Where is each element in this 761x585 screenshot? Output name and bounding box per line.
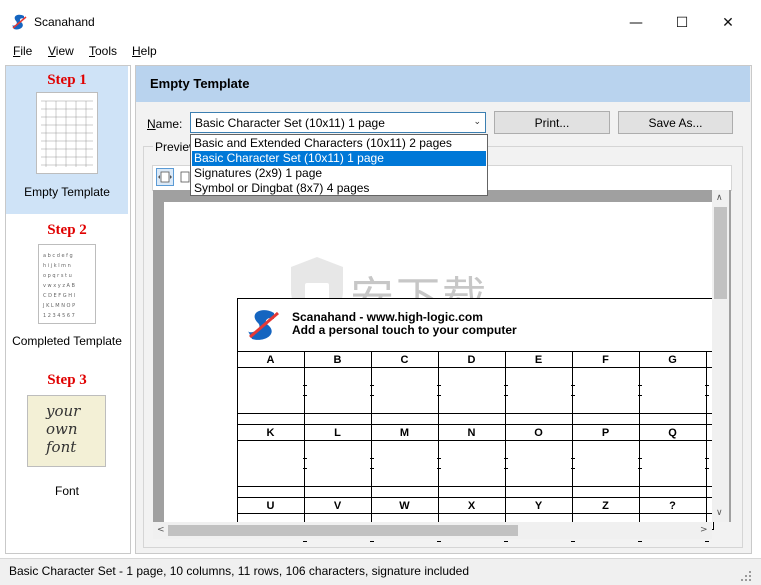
grid-line <box>237 513 712 514</box>
template-character: G <box>668 354 677 366</box>
svg-text:C D E F G H I: C D E F G H I <box>43 293 75 299</box>
baseline-tick <box>705 541 709 542</box>
menu-help[interactable]: Help <box>132 44 157 58</box>
baseline-tick <box>303 541 307 542</box>
template-url: Scanahand - www.high-logic.com <box>292 310 483 324</box>
maximize-button[interactable]: ☐ <box>659 8 705 38</box>
dropdown-option[interactable]: Basic and Extended Characters (10x11) 2 … <box>192 136 486 151</box>
template-character: Z <box>602 500 609 512</box>
menu-view[interactable]: View <box>48 44 74 58</box>
scroll-left-icon[interactable]: < <box>157 525 165 535</box>
baseline-tick <box>370 541 374 542</box>
print-button[interactable]: Print... <box>494 111 610 134</box>
menu-file[interactable]: File <box>13 44 32 58</box>
template-character: ? <box>669 500 676 512</box>
template-name-select[interactable]: Basic Character Set (10x11) 1 page ⌄ <box>190 112 486 133</box>
template-character: W <box>399 500 410 512</box>
grid-line <box>237 413 712 414</box>
close-button[interactable]: ✕ <box>705 8 751 38</box>
name-label: Name: <box>147 117 183 131</box>
svg-text:o p q r s t u: o p q r s t u <box>43 273 72 279</box>
template-tagline: Add a personal touch to your computer <box>292 323 517 337</box>
step-2-title: Step 2 <box>47 222 87 238</box>
grid-line <box>505 351 506 528</box>
svg-text:1 2 3 4 5 6 7: 1 2 3 4 5 6 7 <box>43 313 75 319</box>
dropdown-option-selected[interactable]: Basic Character Set (10x11) 1 page <box>192 151 486 166</box>
template-character: E <box>534 354 543 366</box>
step-3-label: Font <box>54 484 79 498</box>
template-character: B <box>333 354 342 366</box>
grid-line <box>237 440 712 441</box>
template-character: M <box>399 427 410 439</box>
template-character: O <box>534 427 543 439</box>
template-character: F <box>602 354 609 366</box>
step-3[interactable]: Step 3 your own font Font <box>6 366 128 514</box>
scroll-right-icon[interactable]: > <box>700 525 708 535</box>
baseline-tick <box>571 541 575 542</box>
save-as-button[interactable]: Save As... <box>618 111 733 134</box>
svg-text:v w x y z A B: v w x y z A B <box>43 283 76 289</box>
grid-line <box>371 351 372 528</box>
grid-line <box>237 367 712 368</box>
horizontal-scroll-thumb[interactable] <box>168 525 518 536</box>
baseline-tick <box>504 541 508 542</box>
grid-line <box>438 351 439 528</box>
step-1-title: Step 1 <box>47 72 87 88</box>
step-3-title: Step 3 <box>47 372 87 388</box>
template-name-value: Basic Character Set (10x11) 1 page <box>195 116 385 130</box>
grid-line <box>706 351 707 528</box>
dropdown-option[interactable]: Signatures (2x9) 1 page <box>192 166 486 181</box>
svg-text:h i j k l m n: h i j k l m n <box>43 263 71 269</box>
template-character: X <box>467 500 476 512</box>
baseline-tick <box>437 541 441 542</box>
minimize-button[interactable]: — <box>613 8 659 38</box>
template-character: P <box>601 427 610 439</box>
empty-template-thumbnail <box>36 92 98 174</box>
completed-template-thumbnail: a b c d e f g h i j k l m n o p q r s t u… <box>38 244 96 324</box>
grid-line <box>639 351 640 528</box>
scanahand-logo-icon <box>248 310 279 340</box>
font-thumbnail: your own font <box>27 395 106 467</box>
svg-text:J K L M N O P: J K L M N O P <box>42 303 75 309</box>
menu-tools[interactable]: Tools <box>89 44 117 58</box>
scanahand-app-icon <box>12 14 27 30</box>
panel-title: Empty Template <box>150 76 250 91</box>
step-2[interactable]: Step 2 a b c d e f g h i j k l m n o p q … <box>6 216 128 364</box>
window-title: Scanahand <box>34 15 95 29</box>
fit-width-icon[interactable] <box>156 168 174 186</box>
grid-line <box>237 497 712 498</box>
dropdown-option[interactable]: Symbol or Dingbat (8x7) 4 pages <box>192 181 486 196</box>
template-character: Q <box>668 427 677 439</box>
template-character: Y <box>534 500 543 512</box>
grid-line <box>572 351 573 528</box>
template-character: N <box>467 427 476 439</box>
status-text: Basic Character Set - 1 page, 10 columns… <box>9 564 470 578</box>
chevron-down-icon[interactable]: ⌄ <box>473 116 481 127</box>
grid-line <box>237 351 712 352</box>
template-name-dropdown[interactable]: Basic and Extended Characters (10x11) 2 … <box>190 134 488 196</box>
template-character: K <box>266 427 275 439</box>
baseline-tick <box>638 541 642 542</box>
grid-line <box>237 486 712 487</box>
template-character: C <box>400 354 409 366</box>
svg-text:a b c d e f g: a b c d e f g <box>43 253 73 259</box>
grid-line <box>237 424 712 425</box>
step-2-label: Completed Template <box>12 334 122 348</box>
grid-line <box>237 351 238 528</box>
scroll-up-icon[interactable]: ∧ <box>716 193 723 203</box>
vertical-scroll-thumb[interactable] <box>714 207 727 299</box>
template-character: V <box>333 500 342 512</box>
step-1[interactable]: Step 1 Empty Template <box>6 66 128 214</box>
template-character: D <box>467 354 476 366</box>
template-character: U <box>266 500 275 512</box>
resize-grip-icon[interactable] <box>740 570 752 582</box>
template-character: L <box>334 427 341 439</box>
scroll-down-icon[interactable]: ∨ <box>716 508 723 518</box>
step-1-label: Empty Template <box>24 185 110 199</box>
grid-line <box>304 351 305 528</box>
template-character: A <box>266 354 275 366</box>
